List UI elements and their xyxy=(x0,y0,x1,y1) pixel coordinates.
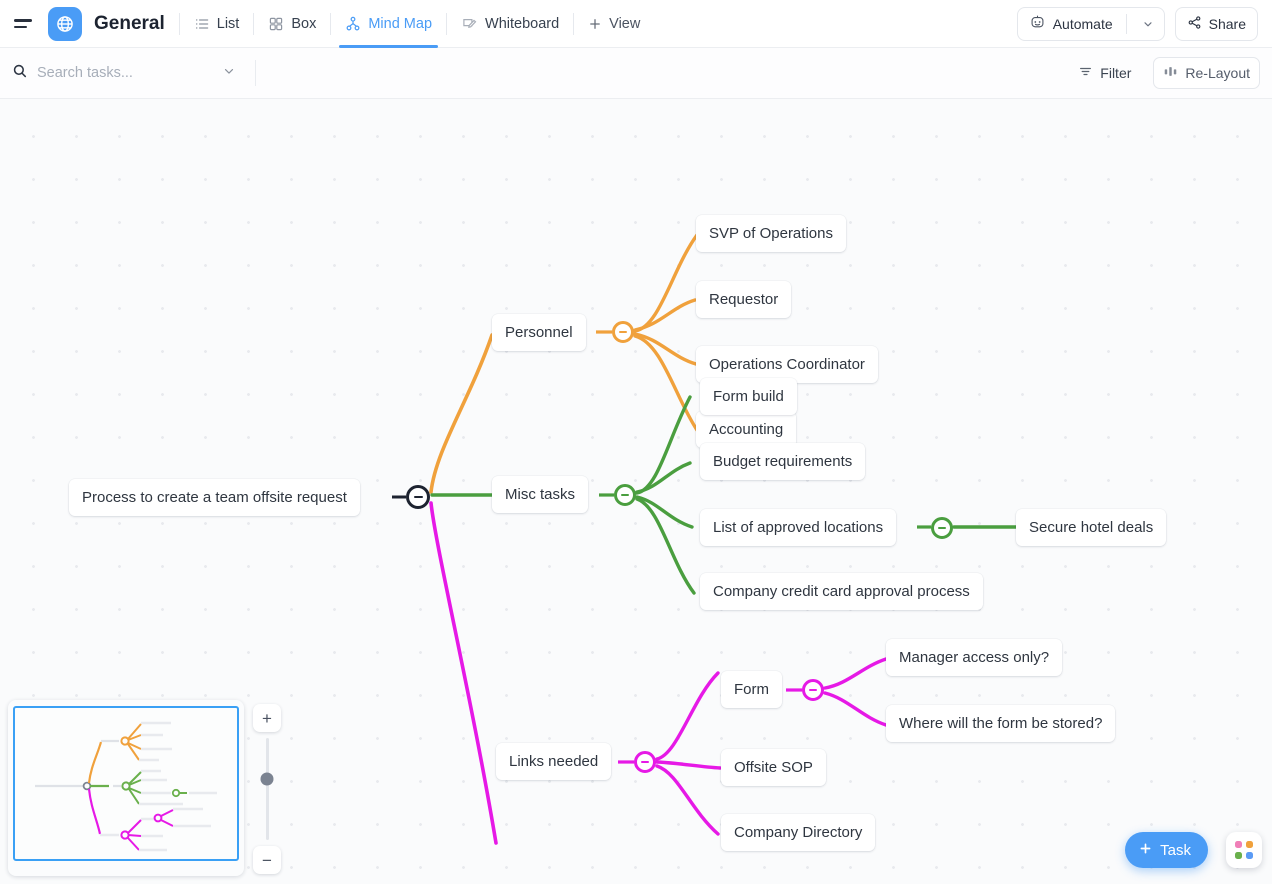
view-toolbar: Filter Re-Layout xyxy=(0,48,1272,99)
tab-box[interactable]: Box xyxy=(254,0,330,48)
mind-map-root-node[interactable]: Process to create a team offsite request xyxy=(69,479,360,516)
mind-map-app: General List Box Mind Map Whiteboard Vie… xyxy=(0,0,1272,884)
plus-icon xyxy=(588,17,602,31)
branch-node-personnel[interactable]: Personnel xyxy=(492,314,586,351)
search-chevron-down-icon[interactable] xyxy=(222,64,236,83)
zoom-out-button[interactable]: − xyxy=(253,846,281,874)
child-node[interactable]: SVP of Operations xyxy=(696,215,846,252)
tab-list[interactable]: List xyxy=(180,0,254,48)
child-node[interactable]: Budget requirements xyxy=(700,443,866,480)
child-node[interactable]: Offsite SOP xyxy=(721,749,826,786)
divider xyxy=(1125,13,1127,34)
zoom-slider-control[interactable]: + − xyxy=(252,704,282,874)
re-layout-button[interactable]: Re-Layout xyxy=(1153,57,1260,89)
share-button[interactable]: Share xyxy=(1174,6,1258,41)
minimap-preview xyxy=(35,721,217,852)
share-label: Share xyxy=(1208,15,1246,32)
add-task-label: Task xyxy=(1160,841,1191,859)
grandchild-node[interactable]: Manager access only? xyxy=(886,639,1063,676)
filter-label: Filter xyxy=(1100,65,1132,81)
collapse-toggle-approved-locations[interactable] xyxy=(931,517,953,539)
tab-mind-map[interactable]: Mind Map xyxy=(331,0,446,48)
share-icon xyxy=(1187,15,1202,33)
search-container xyxy=(12,60,262,86)
branch-node-misc-tasks[interactable]: Misc tasks xyxy=(492,476,589,513)
search-icon xyxy=(12,63,28,84)
tab-whiteboard[interactable]: Whiteboard xyxy=(447,0,573,48)
divider xyxy=(255,60,256,86)
chevron-down-icon[interactable] xyxy=(1136,18,1160,30)
hamburger-icon[interactable] xyxy=(12,11,38,37)
collapse-toggle-form[interactable] xyxy=(802,679,824,701)
root-collapse-toggle[interactable] xyxy=(406,485,430,509)
search-input[interactable] xyxy=(37,65,213,81)
child-node[interactable]: Company Directory xyxy=(721,814,876,851)
view-tabs: List Box Mind Map Whiteboard View xyxy=(180,0,655,48)
zoom-slider-handle[interactable] xyxy=(260,772,274,786)
list-icon xyxy=(194,16,210,32)
child-node[interactable]: List of approved locations xyxy=(700,509,897,546)
page-title[interactable]: General xyxy=(94,13,165,35)
zoom-in-label: + xyxy=(262,708,272,728)
add-task-button[interactable]: Task xyxy=(1125,832,1208,868)
mind-map-canvas[interactable]: Process to create a team offsite request… xyxy=(0,99,1272,884)
filter-button[interactable]: Filter xyxy=(1070,58,1139,88)
tab-label: List xyxy=(216,15,240,32)
tab-label: Box xyxy=(291,15,317,32)
collapse-toggle-personnel[interactable] xyxy=(612,321,634,343)
child-node[interactable]: Requestor xyxy=(696,281,792,318)
whiteboard-icon xyxy=(461,16,478,32)
zoom-in-button[interactable]: + xyxy=(253,704,281,732)
child-node[interactable]: Form xyxy=(721,671,782,708)
tab-label: Whiteboard xyxy=(485,15,560,32)
mind-map-icon xyxy=(345,16,361,32)
collapse-toggle-misc-tasks[interactable] xyxy=(614,484,636,506)
filter-icon xyxy=(1078,64,1093,82)
automate-button[interactable]: Automate xyxy=(1016,6,1165,41)
child-node[interactable]: Company credit card approval process xyxy=(700,573,983,610)
collapse-toggle-links-needed[interactable] xyxy=(634,751,656,773)
robot-icon xyxy=(1029,14,1046,34)
apps-grid-button[interactable] xyxy=(1226,832,1262,868)
apps-grid-icon xyxy=(1235,841,1253,859)
grandchild-node[interactable]: Secure hotel deals xyxy=(1016,509,1167,546)
plus-icon xyxy=(1138,841,1153,860)
box-grid-icon xyxy=(268,16,284,32)
zoom-out-label: − xyxy=(262,850,272,870)
globe-icon[interactable] xyxy=(48,6,82,41)
re-layout-label: Re-Layout xyxy=(1185,65,1250,81)
add-view-label: View xyxy=(609,15,641,32)
branch-node-links-needed[interactable]: Links needed xyxy=(496,743,612,780)
automate-label: Automate xyxy=(1052,15,1113,32)
minimap-panel[interactable] xyxy=(8,700,244,876)
bar-chart-icon xyxy=(1163,65,1178,81)
add-view-button[interactable]: View xyxy=(574,0,654,48)
child-node[interactable]: Form build xyxy=(700,378,797,415)
grandchild-node[interactable]: Where will the form be stored? xyxy=(886,705,1116,742)
app-header: General List Box Mind Map Whiteboard Vie… xyxy=(0,0,1272,48)
tab-label: Mind Map xyxy=(368,15,433,32)
zoom-slider-track[interactable] xyxy=(260,738,274,840)
minimap-viewport[interactable] xyxy=(13,706,239,861)
